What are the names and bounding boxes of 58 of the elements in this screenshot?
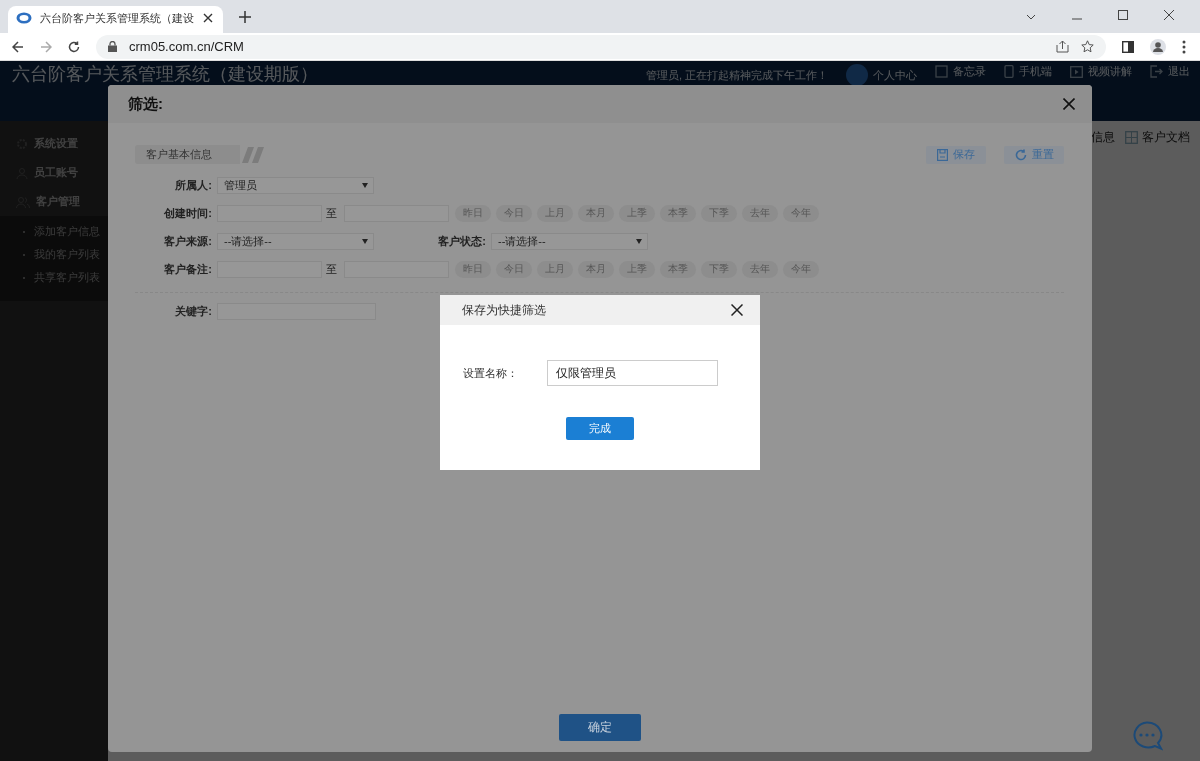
close-icon[interactable] bbox=[731, 304, 743, 316]
address-bar[interactable]: crm05.com.cn/CRM bbox=[96, 34, 1106, 59]
logo-icon bbox=[16, 12, 32, 24]
content-tab[interactable]: 信息 bbox=[1091, 129, 1115, 146]
action-button[interactable]: 重置 bbox=[1004, 145, 1064, 164]
share-icon[interactable] bbox=[1056, 40, 1069, 53]
star-icon[interactable] bbox=[1081, 40, 1094, 53]
field-label: 客户来源: bbox=[163, 233, 212, 249]
header-link[interactable]: 备忘录 bbox=[935, 64, 986, 79]
save-icon bbox=[937, 148, 948, 161]
tab-title: 六台阶客户关系管理系统（建设 bbox=[40, 10, 195, 26]
close-icon[interactable] bbox=[1164, 10, 1174, 20]
confirm-button[interactable]: 确定 bbox=[558, 714, 641, 741]
back-icon[interactable] bbox=[12, 40, 24, 53]
dialog-title: 筛选: bbox=[128, 94, 163, 114]
header-link[interactable]: 手机端 bbox=[1004, 64, 1052, 79]
browser-tab[interactable]: 六台阶客户关系管理系统（建设 bbox=[8, 6, 223, 33]
new-tab-icon[interactable] bbox=[239, 11, 251, 23]
field-label: 创建时间: bbox=[163, 205, 212, 221]
header-link[interactable]: 视频讲解 bbox=[1070, 64, 1132, 79]
dialog-title: 保存为快捷筛选 bbox=[462, 301, 546, 319]
field-label: 设置名称： bbox=[463, 365, 519, 381]
sidebar-icon[interactable] bbox=[1122, 40, 1134, 53]
done-button[interactable]: 完成 bbox=[566, 417, 634, 440]
range-separator: 至 bbox=[326, 261, 338, 277]
field-label: 客户备注: bbox=[163, 261, 212, 277]
name-input[interactable]: 仅限管理员 bbox=[547, 360, 718, 386]
video-icon bbox=[1070, 65, 1083, 78]
url-text: crm05.com.cn/CRM bbox=[129, 39, 244, 54]
reset-icon bbox=[1014, 148, 1027, 161]
header-link[interactable]: 退出 bbox=[1150, 64, 1190, 79]
maximize-icon[interactable] bbox=[1118, 10, 1128, 20]
field-label: 所属人: bbox=[174, 177, 212, 193]
header-link[interactable]: 个人中心 bbox=[846, 64, 917, 86]
content-tab[interactable]: 客户文档 bbox=[1125, 129, 1190, 146]
profile-icon[interactable] bbox=[1150, 38, 1166, 55]
action-button[interactable]: 保存 bbox=[926, 145, 986, 164]
app-title: 六台阶客户关系管理系统（建设期版） bbox=[12, 64, 318, 84]
exit-icon bbox=[1150, 65, 1163, 78]
field-label: 客户状态: bbox=[437, 233, 486, 249]
reload-icon[interactable] bbox=[68, 40, 80, 53]
more-icon[interactable] bbox=[1182, 39, 1186, 54]
chevron-down-icon[interactable] bbox=[1026, 14, 1036, 20]
close-icon[interactable] bbox=[203, 13, 213, 23]
select-field[interactable]: --请选择-- bbox=[217, 232, 374, 250]
close-icon[interactable] bbox=[1063, 98, 1075, 110]
lock-icon bbox=[108, 41, 117, 52]
caret-icon bbox=[362, 238, 368, 244]
greeting-text: 管理员, 正在打起精神完成下午工作！ bbox=[645, 68, 828, 83]
select-field[interactable]: 管理员 bbox=[217, 176, 374, 194]
caret-icon bbox=[362, 182, 368, 188]
select-field[interactable]: --请选择-- bbox=[491, 232, 648, 250]
phone-icon bbox=[1004, 65, 1014, 78]
range-separator: 至 bbox=[326, 205, 338, 221]
field-label: 关键字: bbox=[174, 303, 212, 319]
avatar-icon bbox=[846, 64, 868, 86]
caret-icon bbox=[636, 238, 642, 244]
slash-decoration bbox=[242, 146, 266, 163]
